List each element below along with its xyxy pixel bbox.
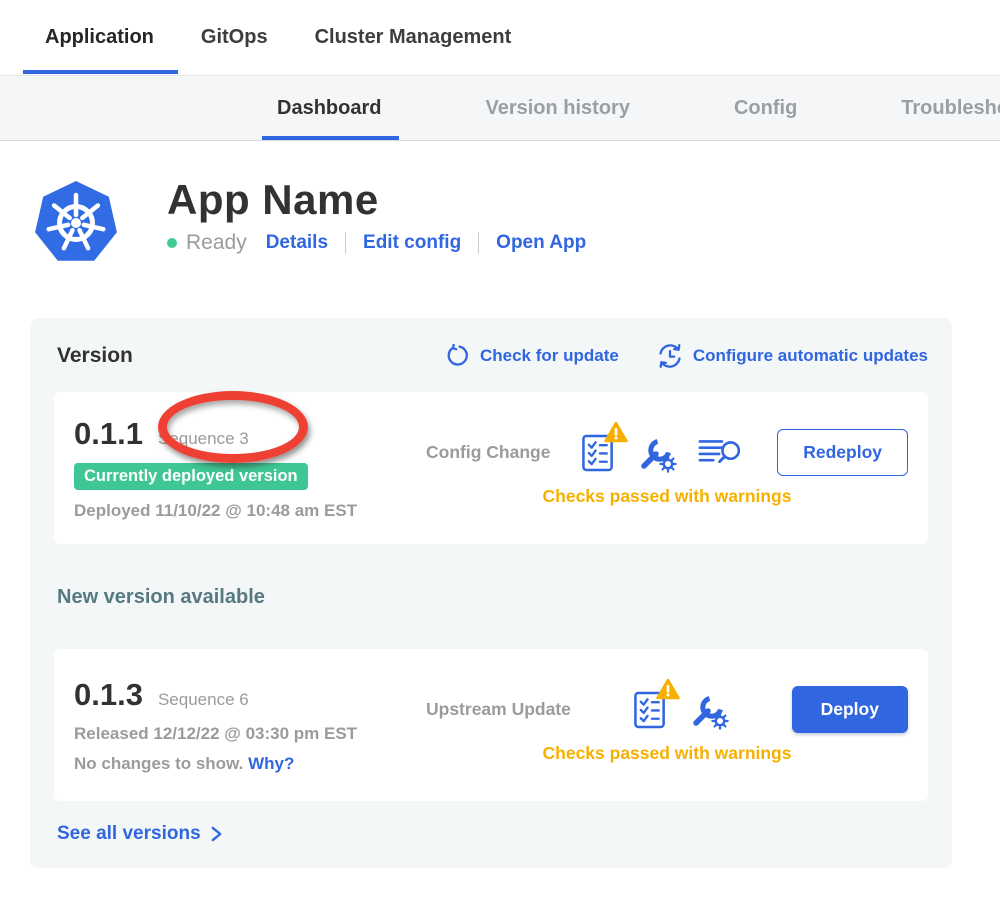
admin-console-page: Application GitOps Cluster Management Da… bbox=[0, 0, 1000, 898]
currently-deployed-badge: Currently deployed version bbox=[74, 463, 308, 490]
current-checks-status: Checks passed with warnings bbox=[426, 486, 908, 507]
refresh-icon bbox=[445, 344, 470, 369]
deploy-button[interactable]: Deploy bbox=[792, 686, 908, 733]
edit-config-link[interactable]: Edit config bbox=[363, 232, 461, 254]
kubernetes-logo bbox=[30, 177, 122, 269]
status-dot-icon bbox=[167, 238, 177, 248]
new-version-heading: New version available bbox=[57, 586, 928, 609]
deployed-timestamp: Deployed 11/10/22 @ 10:48 am EST bbox=[74, 501, 426, 521]
details-link[interactable]: Details bbox=[266, 232, 328, 254]
divider bbox=[345, 232, 346, 254]
no-changes-label: No changes to show. bbox=[74, 754, 243, 773]
available-version-number: 0.1.3 bbox=[74, 677, 143, 713]
schedule-icon bbox=[657, 343, 683, 369]
nav-gitops[interactable]: GitOps bbox=[201, 0, 268, 75]
available-version-info: 0.1.3 Sequence 6 Released 12/12/22 @ 03:… bbox=[74, 677, 426, 774]
configure-automatic-updates-link[interactable]: Configure automatic updates bbox=[657, 343, 928, 369]
version-card-actions: Check for update Configure automatic upd… bbox=[445, 343, 928, 369]
available-version-source: Upstream Update bbox=[426, 699, 571, 720]
app-header: App Name Ready Details Edit config Open … bbox=[30, 177, 586, 269]
warning-triangle-icon bbox=[656, 678, 680, 700]
app-name-title: App Name bbox=[167, 177, 586, 222]
no-changes-row: No changes to show. Why? bbox=[74, 754, 426, 774]
current-version-info: 0.1.1 Sequence 3 Currently deployed vers… bbox=[74, 416, 426, 521]
tab-config[interactable]: Config bbox=[734, 76, 797, 140]
app-tab-bar: Dashboard Version history Config Trouble… bbox=[0, 75, 1000, 141]
available-version-actions: Upstream Update bbox=[426, 686, 908, 764]
open-app-link[interactable]: Open App bbox=[496, 232, 586, 254]
redeploy-button[interactable]: Redeploy bbox=[777, 429, 908, 476]
tab-version-history[interactable]: Version history bbox=[485, 76, 630, 140]
why-link[interactable]: Why? bbox=[248, 754, 294, 773]
configure-automatic-updates-label: Configure automatic updates bbox=[693, 346, 928, 366]
warning-triangle-icon bbox=[604, 421, 628, 443]
current-version-actions: Config Change bbox=[426, 429, 908, 507]
check-for-update-link[interactable]: Check for update bbox=[445, 344, 619, 369]
available-checks-status: Checks passed with warnings bbox=[426, 743, 908, 764]
current-version-number: 0.1.1 bbox=[74, 416, 143, 452]
version-card: Version Check for update bbox=[30, 318, 952, 868]
available-version-sequence: Sequence 6 bbox=[158, 690, 249, 710]
app-header-text: App Name Ready Details Edit config Open … bbox=[167, 177, 586, 269]
divider bbox=[478, 232, 479, 254]
available-version-row: 0.1.3 Sequence 6 Released 12/12/22 @ 03:… bbox=[54, 649, 928, 801]
wrench-gear-icon[interactable] bbox=[688, 689, 730, 731]
nav-cluster-management[interactable]: Cluster Management bbox=[315, 0, 512, 75]
released-timestamp: Released 12/12/22 @ 03:30 pm EST bbox=[74, 724, 426, 744]
top-nav: Application GitOps Cluster Management bbox=[0, 0, 1000, 75]
current-version-sequence: Sequence 3 bbox=[158, 429, 249, 449]
preflight-checklist-icon[interactable] bbox=[581, 432, 616, 473]
version-title: Version bbox=[57, 344, 133, 368]
nav-application[interactable]: Application bbox=[45, 0, 154, 75]
current-version-row: 0.1.1 Sequence 3 Currently deployed vers… bbox=[54, 392, 928, 544]
check-for-update-label: Check for update bbox=[480, 346, 619, 366]
preflight-checklist-icon[interactable] bbox=[633, 689, 668, 730]
tab-troubleshoot[interactable]: Troubleshoot bbox=[901, 76, 1000, 140]
status-label: Ready bbox=[186, 231, 247, 255]
current-version-icon-row bbox=[581, 432, 746, 474]
available-version-icon-row bbox=[633, 689, 730, 731]
version-card-header: Version Check for update bbox=[54, 344, 928, 368]
see-all-versions-link[interactable]: See all versions bbox=[57, 823, 223, 845]
see-all-versions-label: See all versions bbox=[57, 823, 201, 845]
app-status-row: Ready Details Edit config Open App bbox=[167, 231, 586, 255]
tab-dashboard[interactable]: Dashboard bbox=[277, 76, 381, 140]
view-diff-icon[interactable] bbox=[698, 435, 746, 470]
wrench-gear-icon[interactable] bbox=[636, 432, 678, 474]
current-version-source: Config Change bbox=[426, 442, 550, 463]
chevron-right-icon bbox=[210, 824, 223, 844]
